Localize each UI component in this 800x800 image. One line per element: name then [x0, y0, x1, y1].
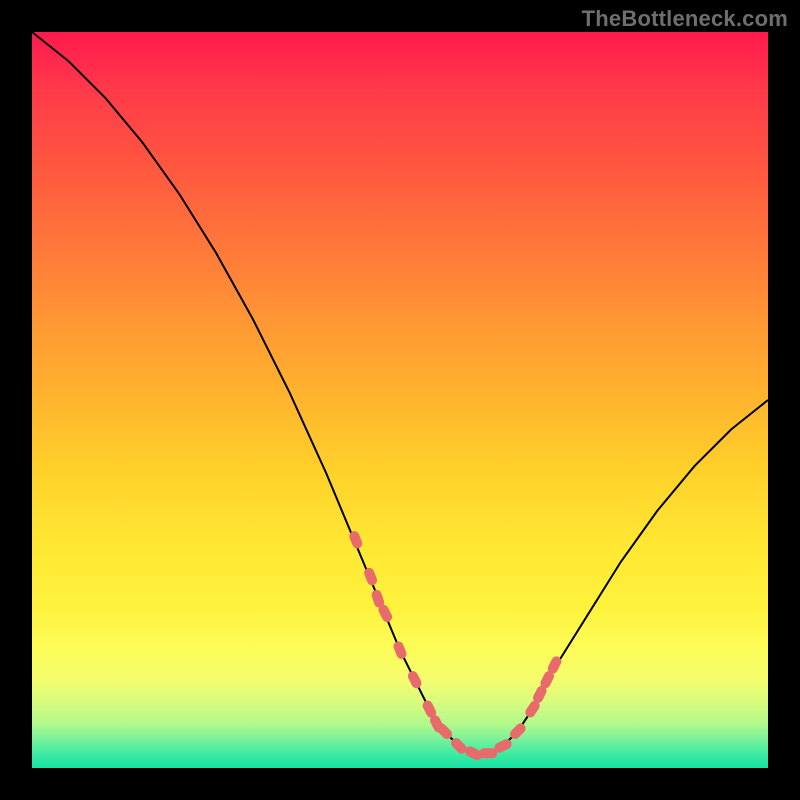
watermark-text: TheBottleneck.com: [582, 6, 788, 32]
curve-marker: [479, 748, 497, 758]
plot-area: [32, 32, 768, 768]
curve-marker: [406, 669, 423, 690]
curve-layer: [32, 32, 768, 768]
chart-frame: TheBottleneck.com: [0, 0, 800, 800]
curve-marker: [392, 640, 408, 660]
curve-marker: [363, 566, 379, 586]
marker-layer: [348, 530, 563, 762]
